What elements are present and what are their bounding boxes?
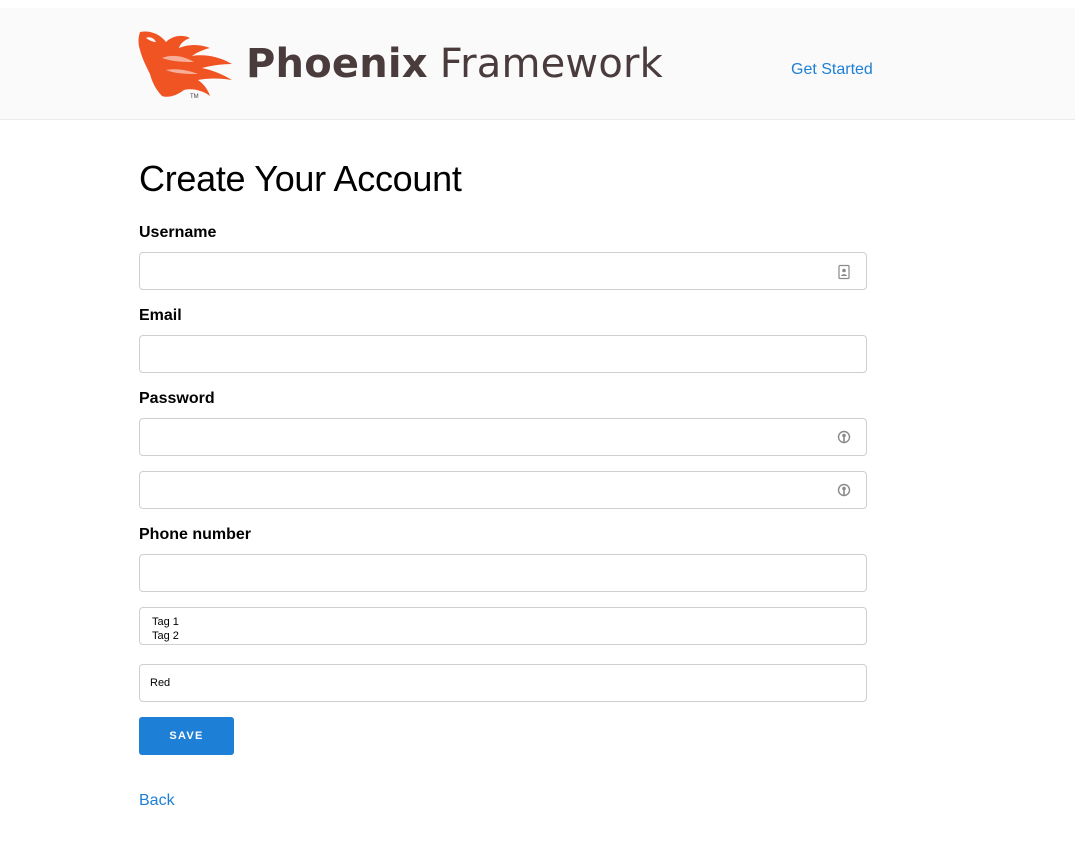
site-header: TM Phoenix Framework Get Started [0, 8, 1075, 120]
phoenix-bird-icon: TM [138, 31, 232, 100]
logo-word-bold: Phoenix [246, 41, 428, 87]
email-input[interactable] [140, 336, 866, 372]
tag-option[interactable]: Tag 1 [152, 615, 866, 629]
password-confirmation-field[interactable] [139, 471, 867, 509]
password-input[interactable] [140, 419, 866, 455]
save-button[interactable]: SAVE [139, 717, 234, 755]
email-label: Email [139, 307, 182, 324]
color-select[interactable]: Red [139, 664, 867, 702]
key-icon[interactable] [836, 483, 852, 499]
username-input[interactable] [140, 253, 866, 289]
phone-number-input[interactable] [140, 555, 866, 591]
password-label: Password [139, 390, 215, 407]
password-confirmation-input[interactable] [140, 472, 866, 508]
page-title: Create Your Account [139, 158, 462, 199]
phone-number-field[interactable] [139, 554, 867, 592]
key-icon[interactable] [836, 430, 852, 446]
username-label: Username [139, 224, 217, 241]
contact-card-icon[interactable] [836, 264, 852, 280]
logo-word-light: Framework [439, 41, 664, 87]
color-select-value: Red [150, 677, 171, 689]
tag-option[interactable]: Tag 2 [152, 629, 866, 643]
back-link[interactable]: Back [139, 792, 175, 810]
phone-number-label: Phone number [139, 526, 252, 543]
get-started-link[interactable]: Get Started [791, 61, 873, 79]
tags-multiselect[interactable]: Tag 1 Tag 2 [139, 607, 867, 645]
username-field[interactable] [139, 252, 867, 290]
logo-wordmark: Phoenix Framework [246, 41, 663, 87]
phoenix-logo[interactable]: TM Phoenix Framework [132, 28, 663, 100]
password-field[interactable] [139, 418, 867, 456]
logo-tm: TM [190, 94, 199, 100]
email-field[interactable] [139, 335, 867, 373]
